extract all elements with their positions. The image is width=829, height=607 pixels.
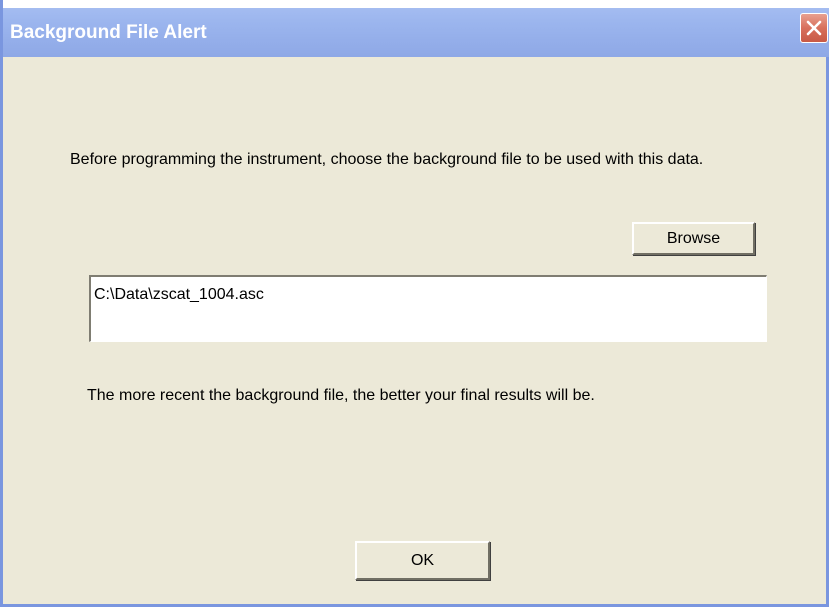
title-bar[interactable]: Background File Alert — [3, 0, 829, 57]
close-icon — [806, 20, 822, 36]
background-file-path-field[interactable]: C:\Data\zscat_1004.asc — [89, 275, 767, 342]
close-button[interactable] — [800, 13, 828, 43]
ok-button[interactable]: OK — [355, 541, 490, 580]
dialog-window: Background File Alert Before programming… — [0, 0, 829, 607]
instruction-text: Before programming the instrument, choos… — [70, 151, 704, 168]
recency-note: The more recent the background file, the… — [87, 387, 595, 404]
browse-button[interactable]: Browse — [632, 222, 755, 255]
title-bar-top-edge — [3, 0, 829, 8]
window-title: Background File Alert — [10, 22, 207, 43]
